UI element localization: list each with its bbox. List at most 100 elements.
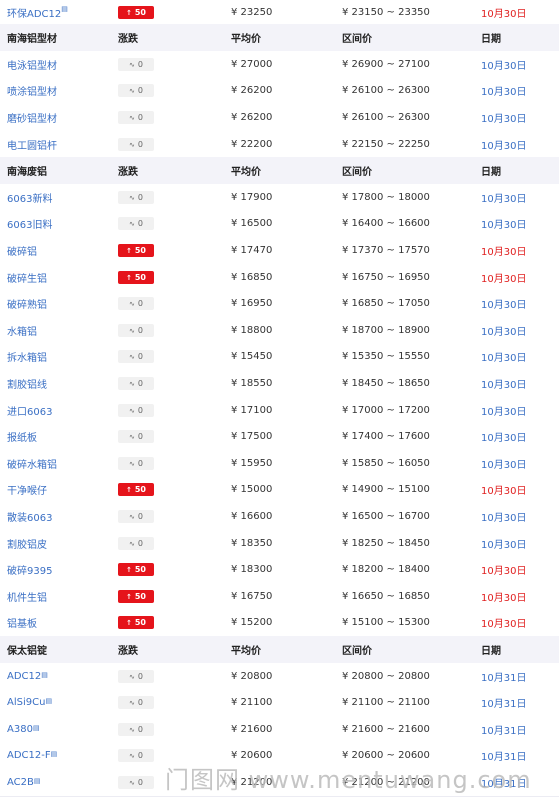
table-row[interactable]: 电泳铝型材 ∿ 0 ¥ 27000 ¥ 26900 ~ 27100 10月30日 (0, 51, 559, 79)
product-name-link[interactable]: 破碎铝 (7, 243, 37, 258)
product-name-link[interactable]: 水箱铝 (7, 323, 37, 338)
change-badge-flat: ∿ 0 (118, 137, 154, 151)
date: 10月30日 (481, 193, 527, 205)
product-name-link[interactable]: A380▤ (7, 724, 40, 735)
change-badge-flat: ∿ 0 (118, 57, 154, 71)
change-cell: ∿ 0 (118, 696, 154, 710)
product-name-link[interactable]: 破碎水箱铝 (7, 456, 57, 471)
date: 10月30日 (481, 8, 527, 20)
chart-icon[interactable]: ▤ (41, 671, 48, 679)
chart-icon[interactable]: ▤ (45, 697, 52, 705)
product-name-link[interactable]: 拆水箱铝 (7, 349, 47, 364)
product-name-link[interactable]: ADC12▤ (7, 671, 48, 682)
change-badge-flat: ∿ 0 (118, 84, 154, 98)
table-row[interactable]: 割胶铝线 ∿ 0 ¥ 18550 ¥ 18450 ~ 18650 10月30日 (0, 370, 559, 398)
average-price: ¥ 16850 (231, 271, 273, 283)
product-name-link[interactable]: 6063旧料 (7, 216, 52, 231)
table-row[interactable]: A380▤ ∿ 0 ¥ 21600 ¥ 21600 ~ 21600 10月31日 (0, 716, 559, 744)
date: 10月30日 (481, 592, 527, 604)
change-value: 0 (137, 352, 143, 362)
product-name-link[interactable]: 报纸板 (7, 429, 37, 444)
price-range: ¥ 18200 ~ 18400 (342, 564, 430, 576)
table-row[interactable]: 6063旧料 ∿ 0 ¥ 16500 ¥ 16400 ~ 16600 10月30日 (0, 210, 559, 239)
chart-icon[interactable]: ▤ (34, 777, 41, 785)
change-value: 50 (134, 618, 146, 628)
date: 10月30日 (481, 220, 527, 232)
table-row[interactable]: 6063新料 ∿ 0 ¥ 17900 ¥ 17800 ~ 18000 10月30日 (0, 184, 559, 212)
average-price: ¥ 26200 (231, 111, 273, 123)
flat-icon: ∿ (129, 87, 135, 96)
table-row[interactable]: 破碎水箱铝 ∿ 0 ¥ 15950 ¥ 15850 ~ 16050 10月30日 (0, 450, 559, 478)
table-row[interactable]: 环保ADC12▤ ↑ 50 ¥ 23250 ¥ 23150 ~ 23350 10月30日 (0, 0, 559, 25)
flat-icon: ∿ (129, 300, 135, 309)
product-name-link[interactable]: 破碎9395 (7, 562, 52, 577)
change-badge-flat: ∿ 0 (118, 110, 154, 124)
product-name-link[interactable]: 干净喉仔 (7, 482, 47, 497)
product-name-link[interactable]: 割胶铝线 (7, 376, 47, 391)
product-name-link[interactable]: 环保ADC12▤ (7, 5, 68, 20)
table-row[interactable]: 散装6063 ∿ 0 ¥ 16600 ¥ 16500 ~ 16700 10月30日 (0, 503, 559, 531)
date: 10月30日 (481, 60, 527, 72)
product-name: AC2B (7, 776, 34, 788)
date: 10月30日 (481, 406, 527, 418)
table-row[interactable]: 水箱铝 ∿ 0 ¥ 18800 ¥ 18700 ~ 18900 10月30日 (0, 317, 559, 345)
change-cell: ∿ 0 (118, 430, 154, 444)
change-badge-flat: ∿ 0 (118, 509, 154, 523)
product-name-link[interactable]: 电泳铝型材 (7, 57, 57, 72)
table-row[interactable]: 破碎9395 ↑ 50 ¥ 18300 ¥ 18200 ~ 18400 10月30日 (0, 556, 559, 584)
product-name: 破碎水箱铝 (7, 459, 57, 471)
watermark: 门图网 www.mentuwang.com (165, 766, 532, 794)
average-price: ¥ 17900 (231, 191, 273, 203)
product-name-link[interactable]: 6063新料 (7, 190, 52, 205)
product-name-link[interactable]: 进口6063 (7, 403, 52, 418)
table-row[interactable]: 铝基板 ↑ 50 ¥ 15200 ¥ 15100 ~ 15300 10月30日 (0, 609, 559, 638)
change-value: 0 (137, 59, 143, 69)
table-row[interactable]: 干净喉仔 ↑ 50 ¥ 15000 ¥ 14900 ~ 15100 10月30日 (0, 476, 559, 505)
table-row[interactable]: 机件生铝 ↑ 50 ¥ 16750 ¥ 16650 ~ 16850 10月30日 (0, 583, 559, 611)
product-name-link[interactable]: 铝基板 (7, 615, 37, 630)
header-average: 平均价 (231, 645, 261, 657)
product-name: ADC12-F (7, 750, 51, 762)
product-name-link[interactable]: 磨砂铝型材 (7, 110, 57, 125)
table-row[interactable]: 破碎铝 ↑ 50 ¥ 17470 ¥ 17370 ~ 17570 10月30日 (0, 237, 559, 265)
table-row[interactable]: 电工圆铝杆 ∿ 0 ¥ 22200 ¥ 22150 ~ 22250 10月30日 (0, 130, 559, 159)
price-range: ¥ 18700 ~ 18900 (342, 324, 430, 336)
table-row[interactable]: 割胶铝皮 ∿ 0 ¥ 18350 ¥ 18250 ~ 18450 10月30日 (0, 529, 559, 558)
product-name-link[interactable]: 机件生铝 (7, 589, 47, 604)
product-name: 铝基板 (7, 619, 37, 631)
change-cell: ∿ 0 (118, 536, 154, 550)
flat-icon: ∿ (129, 379, 135, 388)
change-value: 0 (137, 671, 143, 681)
table-row[interactable]: 破碎熟铝 ∿ 0 ¥ 16950 ¥ 16850 ~ 17050 10月30日 (0, 290, 559, 318)
flat-icon: ∿ (129, 752, 135, 761)
table-row[interactable]: 进口6063 ∿ 0 ¥ 17100 ¥ 17000 ~ 17200 10月30日 (0, 396, 559, 425)
product-name-link[interactable]: AlSi9Cu▤ (7, 697, 52, 708)
table-row[interactable]: AlSi9Cu▤ ∿ 0 ¥ 21100 ¥ 21100 ~ 21100 10月31日 (0, 689, 559, 717)
flat-icon: ∿ (129, 326, 135, 335)
table-row[interactable]: ADC12▤ ∿ 0 ¥ 20800 ¥ 20800 ~ 20800 10月31日 (0, 662, 559, 691)
product-name: 破碎9395 (7, 566, 53, 578)
chart-icon[interactable]: ▤ (51, 750, 58, 758)
product-name-link[interactable]: AC2B▤ (7, 777, 41, 788)
table-row[interactable]: 报纸板 ∿ 0 ¥ 17500 ¥ 17400 ~ 17600 10月30日 (0, 423, 559, 451)
header-date: 日期 (481, 167, 501, 179)
product-name-link[interactable]: ADC12-F▤ (7, 750, 57, 761)
table-row[interactable]: 喷涂铝型材 ∿ 0 ¥ 26200 ¥ 26100 ~ 26300 10月30日 (0, 77, 559, 106)
price-range: ¥ 16500 ~ 16700 (342, 510, 430, 522)
product-name-link[interactable]: 电工圆铝杆 (7, 137, 57, 152)
average-price: ¥ 16600 (231, 510, 273, 522)
chart-icon[interactable]: ▤ (61, 5, 68, 13)
date: 10月30日 (481, 379, 527, 391)
product-name: 割胶铝皮 (7, 539, 47, 551)
product-name-link[interactable]: 破碎生铝 (7, 270, 47, 285)
product-name-link[interactable]: 散装6063 (7, 509, 52, 524)
table-row[interactable]: 破碎生铝 ↑ 50 ¥ 16850 ¥ 16750 ~ 16950 10月30日 (0, 263, 559, 292)
product-name-link[interactable]: 割胶铝皮 (7, 536, 47, 551)
table-row[interactable]: 磨砂铝型材 ∿ 0 ¥ 26200 ¥ 26100 ~ 26300 10月30日 (0, 104, 559, 132)
product-name-link[interactable]: 喷涂铝型材 (7, 83, 57, 98)
chart-icon[interactable]: ▤ (33, 724, 40, 732)
table-row[interactable]: 拆水箱铝 ∿ 0 ¥ 15450 ¥ 15350 ~ 15550 10月30日 (0, 343, 559, 372)
average-price: ¥ 15000 (231, 484, 273, 496)
date: 10月30日 (481, 113, 527, 125)
product-name-link[interactable]: 破碎熟铝 (7, 296, 47, 311)
